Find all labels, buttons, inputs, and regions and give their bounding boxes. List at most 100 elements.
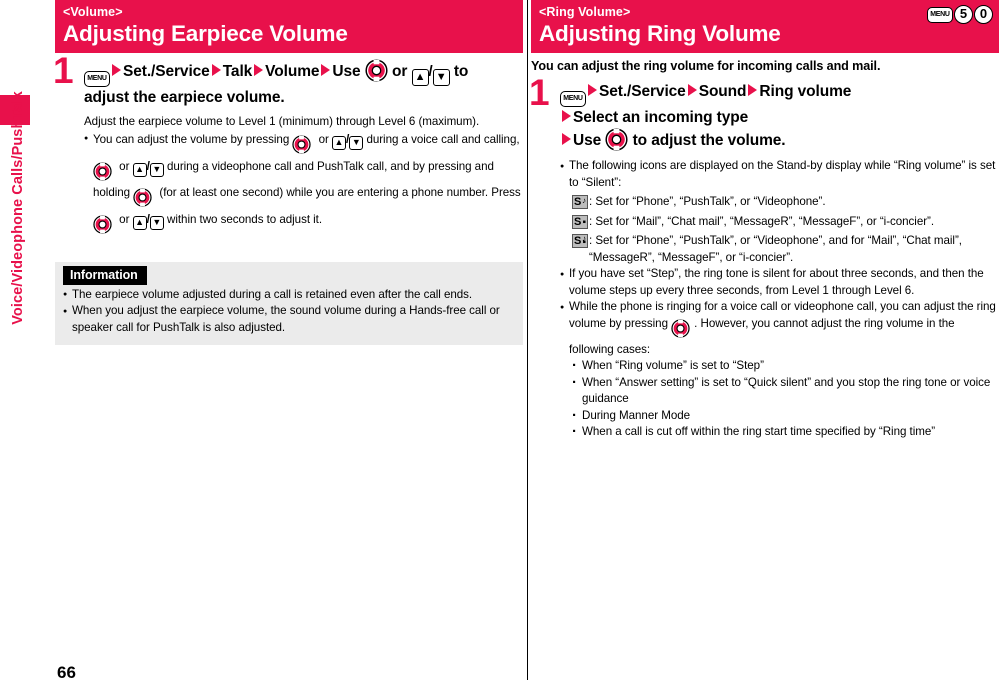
chapter-tab-label: Voice/Videophone Calls/PushTalk <box>10 91 26 325</box>
right-section-key-sequence: MENU 5 0 <box>927 5 993 24</box>
left-step-or-1: or <box>391 63 408 80</box>
arrow-icon <box>588 84 597 96</box>
multi-cursor-key-icon <box>605 128 628 151</box>
left-bullet-part-2: or <box>318 132 329 146</box>
multi-cursor-key-icon <box>671 318 694 342</box>
left-bullet-part-8: within two seconds to adjust it. <box>167 212 323 226</box>
arrow-icon <box>254 64 264 76</box>
exception-item: When “Ring volume” is set to “Step” <box>572 357 999 375</box>
information-item: When you adjust the earpiece volume, the… <box>63 303 515 336</box>
arrow-icon <box>748 84 758 96</box>
menu-key-icon: MENU <box>84 71 110 87</box>
ring-volume-exception-list: When “Ring volume” is set to “Step” When… <box>560 357 999 441</box>
information-box: Information The earpiece volume adjusted… <box>55 261 523 345</box>
s-icon-letter: S <box>574 235 582 247</box>
arrow-icon <box>321 64 331 76</box>
left-lead-text: Adjust the earpiece volume to Level 1 (m… <box>84 115 480 128</box>
left-bullet-part-4: or <box>119 159 130 173</box>
left-step-heading: MENU Set./Service Talk Volume Use or ▲ / ▼ to … <box>84 59 523 108</box>
arrow-icon <box>562 133 571 145</box>
right-step-line3-tail: to adjust the volume. <box>632 132 786 149</box>
page-number: 66 <box>57 663 76 682</box>
standby-icon-row: S ♪ : Set for “Phone”, “PushTalk”, or “V… <box>560 194 999 211</box>
right-bullet-ringing-note: While the phone is ringing for a voice c… <box>560 299 999 358</box>
multi-cursor-key-icon <box>365 59 388 82</box>
information-label: Information <box>63 265 147 285</box>
left-column: <Volume> Adjusting Earpiece Volume 1 MEN… <box>53 0 523 345</box>
arrow-icon <box>112 64 121 76</box>
left-bullet-list: You can adjust the volume by pressing or… <box>84 130 523 238</box>
silent-phone-icon: S ♪ <box>572 195 588 209</box>
arrow-icon <box>562 110 571 122</box>
key-separator: / <box>428 63 433 80</box>
exception-item: During Manner Mode <box>572 407 999 425</box>
left-section-kicker: <Volume> <box>63 5 123 19</box>
right-section-title: Adjusting Ring Volume <box>539 21 781 46</box>
right-step-1: 1 MENU Set./Service Sound Ring volume Selec… <box>529 74 999 441</box>
left-section-title: Adjusting Earpiece Volume <box>63 21 348 46</box>
right-section-kicker: <Ring Volume> <box>539 5 631 19</box>
menu-key-icon: MENU <box>560 91 586 107</box>
right-step-heading-line3: Use to adjust the volume. <box>560 128 999 151</box>
arrow-icon <box>687 84 697 96</box>
left-bullet-part-3: during a voice call and calling, <box>366 132 520 146</box>
left-bullet-part-1: You can adjust the volume by pressing <box>93 132 290 146</box>
up-key-icon: ▲ <box>331 135 346 150</box>
right-step-heading-line2: Select an incoming type <box>560 107 999 128</box>
digit-0-key-icon: 0 <box>974 5 993 24</box>
standby-icon-text: : Set for “Mail”, “Chat mail”, “MessageR… <box>589 214 935 228</box>
menu-key-icon: MENU <box>927 6 953 23</box>
left-step-menu-item-1: Set./Service <box>123 63 210 80</box>
exception-item: When a call is cut off within the ring s… <box>572 423 999 441</box>
exception-item: When “Answer setting” is set to “Quick s… <box>572 374 999 408</box>
left-step-menu-item-2: Talk <box>222 63 253 80</box>
up-key-icon: ▲ <box>132 215 147 230</box>
down-key-icon: ▼ <box>149 215 164 230</box>
arrow-icon <box>211 64 221 76</box>
right-bullet-list-2: If you have set “Step”, the ring tone is… <box>560 266 999 358</box>
down-key-icon: ▼ <box>149 162 164 177</box>
standby-icon-row: S ▪ : Set for “Mail”, “Chat mail”, “Mess… <box>560 214 999 231</box>
right-column: <Ring Volume> Adjusting Ring Volume MENU… <box>529 0 999 441</box>
multi-cursor-key-icon <box>93 214 116 238</box>
left-bullet-part-6: (for at least one second) while you are … <box>159 185 521 199</box>
right-step-menu-item-2: Sound <box>698 83 747 100</box>
silent-mail-icon: S ▪ <box>572 214 588 229</box>
right-step-use-label: Use <box>573 132 602 149</box>
left-step-use-label: Use <box>332 63 361 80</box>
standby-icon-text: : Set for “Phone”, “PushTalk”, or “Video… <box>589 195 826 208</box>
music-note-icon: ♪ <box>582 196 586 205</box>
left-step-heading-line2: adjust the earpiece volume. <box>84 89 285 106</box>
right-step-heading: MENU Set./Service Sound Ring volume Select … <box>560 81 999 151</box>
multi-cursor-key-icon <box>93 161 116 185</box>
standby-icon-row: S ♪ ▪ : Set for “Phone”, “PushTalk”, or … <box>560 233 999 266</box>
left-step-to-label: to <box>453 63 469 80</box>
information-list: The earpiece volume adjusted during a ca… <box>63 286 515 337</box>
left-step-menu-item-3: Volume <box>265 63 320 80</box>
standby-icon-legend: S ♪ : Set for “Phone”, “PushTalk”, or “V… <box>560 194 999 266</box>
left-bullet-part-7: or <box>119 212 130 226</box>
left-step-number: 1 <box>53 50 74 91</box>
s-icon-letter: S <box>574 196 582 208</box>
envelope-mark-icon: ▪ <box>582 237 587 248</box>
right-bullet-list: The following icons are displayed on the… <box>560 158 999 191</box>
digit-5-key-icon: 5 <box>954 5 973 24</box>
up-key-icon: ▲ <box>411 69 429 86</box>
up-key-icon: ▲ <box>132 162 147 177</box>
right-step-number: 1 <box>529 72 550 113</box>
multi-cursor-key-icon <box>133 187 156 211</box>
right-step-menu-item-1: Set./Service <box>599 83 686 100</box>
right-section-banner: <Ring Volume> Adjusting Ring Volume MENU… <box>531 0 999 53</box>
left-section-banner: <Volume> Adjusting Earpiece Volume <box>55 0 523 53</box>
column-divider <box>527 0 528 680</box>
right-step-menu-item-3: Ring volume <box>759 83 852 100</box>
manual-page: Voice/Videophone Calls/PushTalk 66 <Volu… <box>0 0 1003 697</box>
right-intro-text: You can adjust the ring volume for incom… <box>531 59 881 73</box>
s-icon-letter: S <box>574 215 582 228</box>
silent-phone-and-mail-icon: S ♪ ▪ <box>572 234 588 248</box>
down-key-icon: ▼ <box>432 69 450 86</box>
right-bullet-step-note: If you have set “Step”, the ring tone is… <box>560 266 999 299</box>
right-bullet-icons-intro: The following icons are displayed on the… <box>560 158 999 191</box>
standby-icon-text: : Set for “Phone”, “PushTalk”, or “Video… <box>589 234 962 264</box>
multi-cursor-key-icon <box>292 134 315 158</box>
